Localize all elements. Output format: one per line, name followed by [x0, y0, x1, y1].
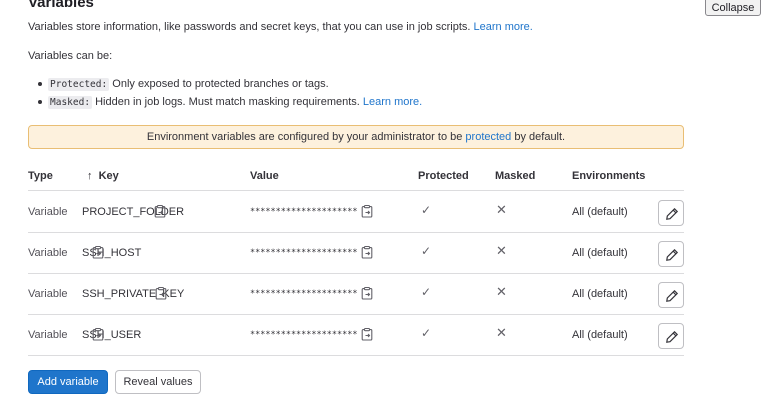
edit-variable-button[interactable]: [658, 200, 684, 226]
copy-key-icon[interactable]: [154, 204, 166, 218]
variable-key: SSH_USER: [82, 329, 142, 341]
variable-type: Variable: [28, 288, 68, 300]
variable-type: Variable: [28, 329, 68, 341]
variable-environment: All (default): [572, 206, 628, 218]
edit-variable-button[interactable]: [658, 323, 684, 349]
column-header-value: Value: [250, 170, 279, 182]
description-text: Variables store information, like passwo…: [28, 21, 471, 33]
protected-check-icon: ✓: [421, 203, 432, 217]
protected-bullet-text: Only exposed to protected branches or ta…: [112, 78, 329, 90]
column-header-type: Type: [28, 170, 53, 182]
variable-environment: All (default): [572, 288, 628, 300]
copy-value-icon[interactable]: [361, 204, 373, 218]
copy-key-icon[interactable]: [92, 245, 104, 259]
protected-check-icon: ✓: [421, 285, 432, 299]
variable-type: Variable: [28, 206, 68, 218]
masked-code: Masked:: [48, 96, 93, 109]
variable-key: PROJECT_FOLDER: [82, 206, 185, 218]
variable-type: Variable: [28, 247, 68, 259]
masked-cross-icon: ✕: [496, 325, 507, 340]
masked-learn-more-link[interactable]: Learn more.: [363, 96, 422, 108]
masked-value: *********************: [250, 207, 358, 217]
masked-value: *********************: [250, 289, 358, 299]
alert-text-after: by default.: [514, 131, 566, 143]
variable-key: SSH_PRIVATE_KEY: [82, 288, 185, 300]
masked-value: *********************: [250, 330, 358, 340]
column-header-key-label: Key: [98, 170, 119, 182]
reveal-values-button[interactable]: Reveal values: [115, 370, 201, 394]
masked-bullet-text: Hidden in job logs. Must match masking r…: [95, 96, 360, 108]
copy-value-icon[interactable]: [361, 327, 373, 341]
section-title: Variables: [28, 0, 94, 11]
learn-more-link[interactable]: Learn more.: [474, 21, 533, 33]
masked-bullet: Masked: Hidden in job logs. Must match m…: [37, 93, 422, 111]
table-header-divider: [28, 190, 684, 191]
variable-options-list: Protected: Only exposed to protected bra…: [37, 75, 422, 111]
copy-key-icon[interactable]: [155, 286, 167, 300]
alert-protected-link[interactable]: protected: [465, 131, 511, 143]
masked-cross-icon: ✕: [496, 202, 507, 217]
collapse-button[interactable]: Collapse: [705, 0, 761, 16]
alert-text-before: Environment variables are configured by …: [146, 131, 463, 143]
protected-check-icon: ✓: [421, 244, 432, 258]
protected-default-alert: Environment variables are configured by …: [28, 125, 684, 149]
add-variable-button[interactable]: Add variable: [28, 370, 108, 394]
protected-check-icon: ✓: [421, 326, 432, 340]
pencil-icon: [666, 289, 679, 302]
variable-key: SSH_HOST: [82, 247, 142, 259]
variable-environment: All (default): [572, 329, 628, 341]
masked-cross-icon: ✕: [496, 243, 507, 258]
copy-value-icon[interactable]: [361, 286, 373, 300]
column-header-protected: Protected: [418, 170, 469, 182]
pencil-icon: [666, 248, 679, 261]
copy-value-icon[interactable]: [361, 245, 373, 259]
table-row: Variable SSH_HOST ********************* …: [28, 233, 684, 274]
pencil-icon: [666, 330, 679, 343]
variables-can-be-label: Variables can be:: [28, 50, 113, 62]
table-row: Variable SSH_USER ********************* …: [28, 315, 684, 356]
edit-variable-button[interactable]: [658, 282, 684, 308]
section-description: Variables store information, like passwo…: [28, 21, 533, 33]
protected-bullet: Protected: Only exposed to protected bra…: [37, 75, 422, 93]
variable-environment: All (default): [572, 247, 628, 259]
edit-variable-button[interactable]: [658, 241, 684, 267]
protected-code: Protected:: [48, 78, 110, 91]
column-header-key[interactable]: ↑ Key: [87, 170, 119, 182]
masked-value: *********************: [250, 248, 358, 258]
column-header-masked: Masked: [495, 170, 536, 182]
pencil-icon: [666, 207, 679, 220]
table-row: Variable PROJECT_FOLDER ****************…: [28, 192, 684, 233]
column-header-environments: Environments: [572, 170, 646, 182]
copy-key-icon[interactable]: [92, 327, 104, 341]
sort-arrow-icon: ↑: [87, 170, 93, 182]
table-row: Variable SSH_PRIVATE_KEY ***************…: [28, 274, 684, 315]
masked-cross-icon: ✕: [496, 284, 507, 299]
